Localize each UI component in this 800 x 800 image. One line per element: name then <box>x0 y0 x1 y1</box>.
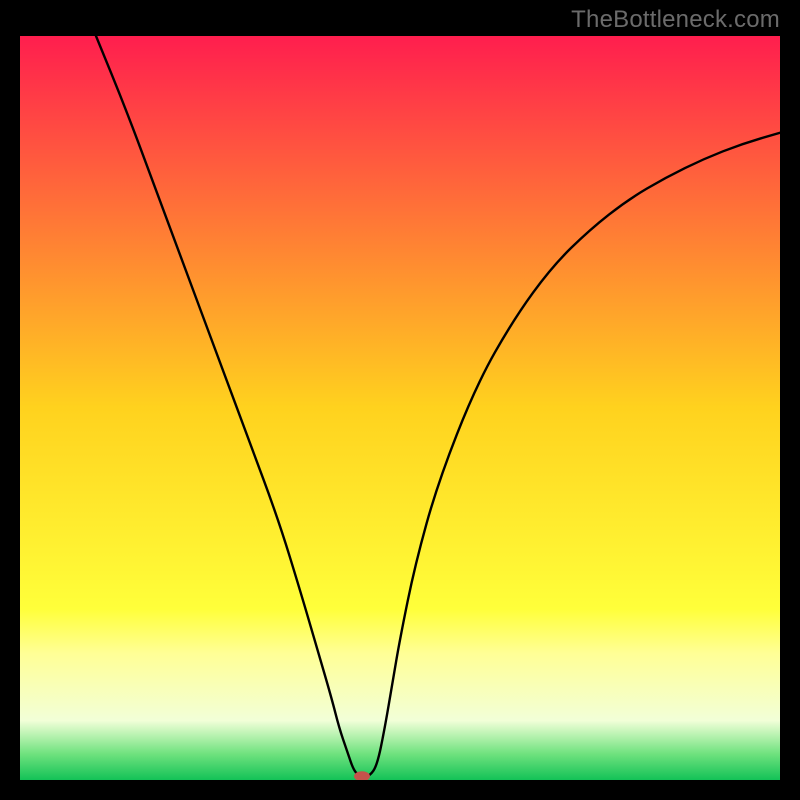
chart-background <box>20 36 780 780</box>
chart-frame <box>20 36 780 780</box>
watermark-text: TheBottleneck.com <box>571 6 780 34</box>
chart-svg <box>20 36 780 780</box>
